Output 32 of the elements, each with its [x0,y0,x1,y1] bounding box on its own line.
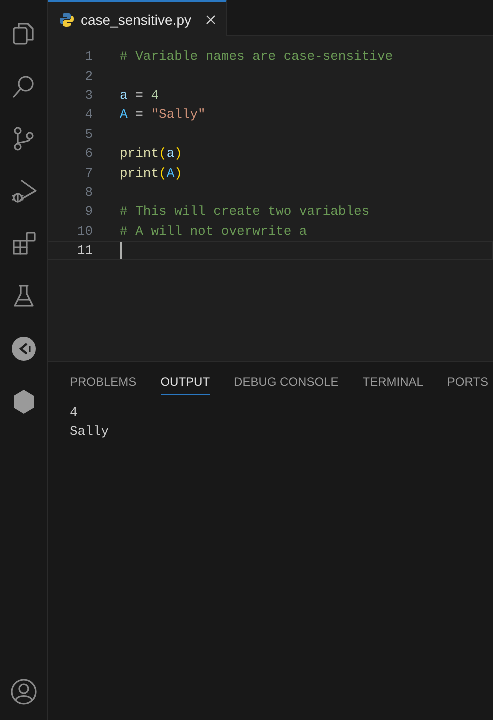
code-line: # This will create two variables [120,204,370,220]
line-number: 5 [84,126,93,142]
code-line: print(A) [120,166,182,181]
panel-tab[interactable]: OUTPUT [160,375,210,395]
code-line: a = 4 [120,88,160,103]
code-line: # Variable names are case-sensitive [120,49,394,64]
text-cursor [120,242,122,260]
line-number: 2 [84,68,93,84]
remote-icon[interactable] [10,335,38,363]
line-number: 9 [84,204,93,220]
line-number: 11 [76,243,93,258]
panel-tab[interactable]: TERMINAL [362,375,424,395]
line-number: 1 [84,49,93,64]
line-number: 4 [84,107,93,122]
run-debug-icon[interactable] [10,178,38,206]
code-line: # A will not overwrite a [120,224,308,239]
account-icon[interactable] [10,678,38,706]
panel-tab[interactable]: PROBLEMS [70,375,137,395]
line-number: 10 [76,224,93,239]
panel-tab[interactable]: PORTS [447,375,489,395]
line-number: 3 [84,88,93,103]
line-number: 8 [84,184,93,200]
line-number: 7 [84,166,93,181]
code-line: A = "Sally" [120,107,206,122]
output-line: Sally [70,423,110,442]
close-icon[interactable] [206,14,216,24]
output-line: 4 [70,404,79,422]
code-line: print(a) [120,146,182,162]
line-number: 6 [84,146,93,162]
python-file-icon [59,12,75,28]
panel-tab[interactable]: DEBUG CONSOLE [234,375,339,395]
editor-tab[interactable]: case_sensitive.py [48,0,227,37]
